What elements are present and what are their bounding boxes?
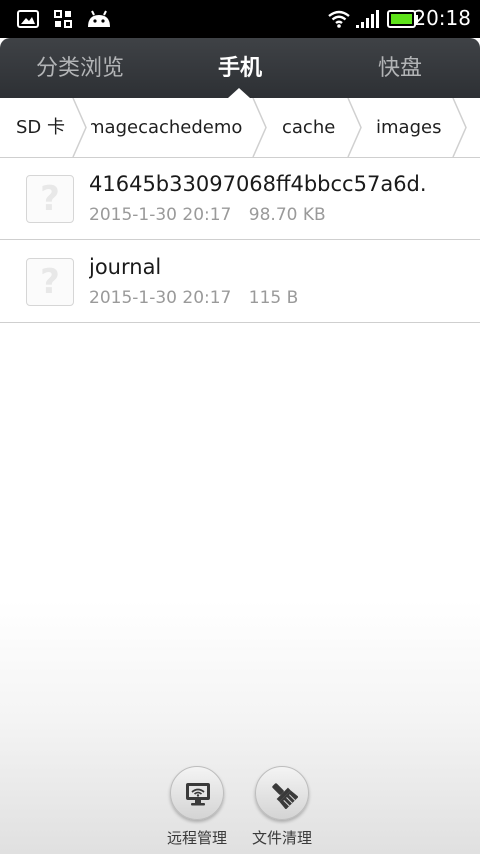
breadcrumb: SD 卡 imagecachedemo cache images: [0, 98, 480, 158]
file-name: journal: [89, 255, 162, 279]
file-clean-circle[interactable]: [255, 766, 309, 820]
file-name: 41645b33097068ff4bbcc57a6d.: [89, 172, 427, 196]
breadcrumb-images[interactable]: images: [376, 98, 448, 157]
file-meta: 2015-1-30 20:17 98.70 KB: [89, 205, 326, 225]
chevron-right-icon: [252, 98, 267, 157]
chevron-right-icon: [72, 98, 87, 157]
apps-icon: [54, 10, 72, 28]
clock-time: 20:18: [413, 6, 471, 30]
tab-category-browse[interactable]: 分类浏览: [0, 38, 160, 98]
file-date: 2015-1-30 20:17: [89, 288, 232, 308]
remote-manage-button[interactable]: 远程管理: [152, 766, 242, 848]
signal-icon: [356, 10, 379, 28]
unknown-file-icon: ?: [26, 258, 74, 306]
file-size: 115 B: [248, 288, 299, 308]
android-icon: [88, 10, 110, 27]
breadcrumb-cache[interactable]: cache: [282, 98, 344, 157]
file-date: 2015-1-30 20:17: [89, 205, 232, 225]
breadcrumb-sd-card[interactable]: SD 卡: [16, 98, 74, 157]
gallery-icon: [17, 10, 39, 28]
remote-manage-circle[interactable]: [170, 766, 224, 820]
file-clean-label: 文件清理: [251, 829, 312, 847]
file-meta: 2015-1-30 20:17 115 B: [89, 288, 298, 308]
breadcrumb-imagecachedemo[interactable]: imagecachedemo: [91, 98, 251, 157]
active-tab-indicator: [228, 88, 250, 98]
file-explorer-screen: 20:18 分类浏览 手机 快盘 SD 卡 imagecachedemo cac…: [0, 0, 480, 854]
chevron-right-icon: [347, 98, 362, 157]
status-bar: 20:18: [0, 0, 480, 38]
file-clean-button[interactable]: 文件清理: [237, 766, 327, 848]
remote-manage-label: 远程管理: [166, 829, 227, 847]
brush-clean-icon: [272, 783, 298, 809]
list-item[interactable]: ? 41645b33097068ff4bbcc57a6d. 2015-1-30 …: [0, 158, 480, 240]
unknown-file-icon: ?: [26, 175, 74, 223]
remote-monitor-icon: [186, 783, 210, 806]
list-item[interactable]: ? journal 2015-1-30 20:17 115 B: [0, 241, 480, 323]
file-size: 98.70 KB: [248, 205, 326, 225]
chevron-right-icon: [452, 98, 467, 157]
wifi-icon: [328, 10, 350, 28]
tab-kuaipan[interactable]: 快盘: [320, 38, 480, 98]
